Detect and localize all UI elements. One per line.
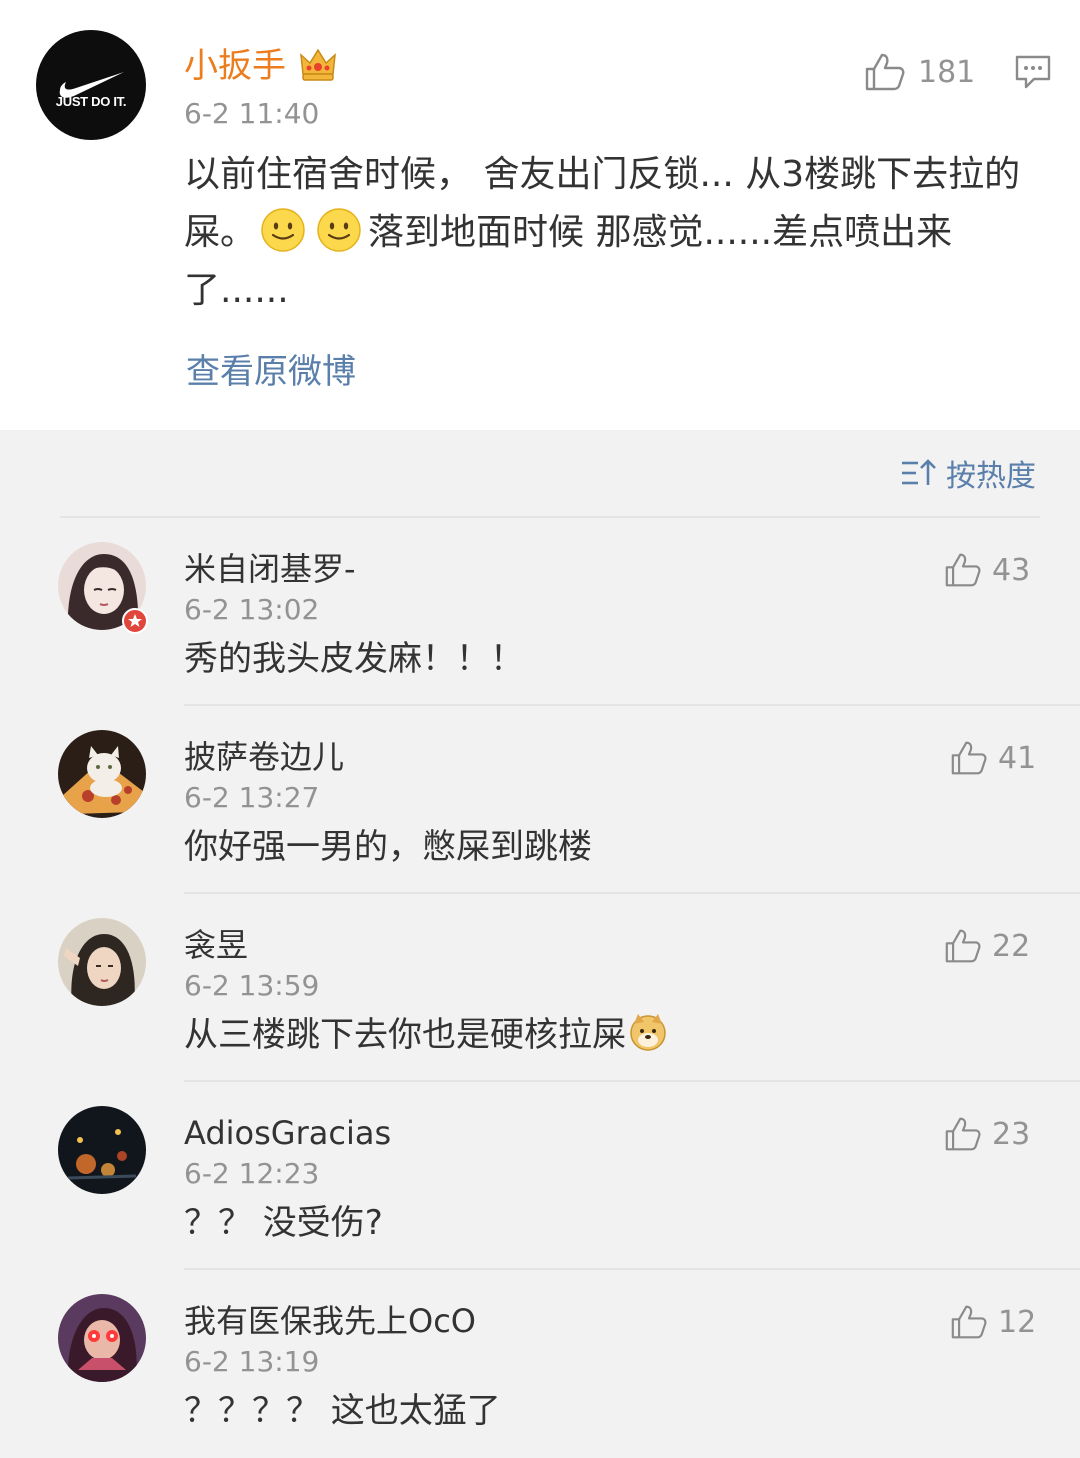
commenter-name[interactable]: AdiosGracias	[184, 1112, 391, 1154]
comment-time: 6-2 13:02	[184, 593, 320, 626]
doge-emoji	[630, 1014, 666, 1051]
comment-text: 你好强一男的，憋屎到跳楼	[184, 827, 592, 867]
swoosh-logo	[59, 72, 124, 98]
post-time: 6-2 11:40	[184, 97, 320, 130]
comment-like-button[interactable]: 22	[944, 926, 1030, 966]
thumbs-up-icon	[945, 553, 981, 587]
view-original-link[interactable]: 查看原微博	[186, 350, 356, 394]
comment-like-count: 22	[992, 928, 1031, 964]
thumbs-up-icon	[951, 1305, 987, 1339]
author-name[interactable]: 小扳手	[184, 44, 286, 88]
commenter-name[interactable]: 我有医保我先上OcO	[184, 1300, 476, 1342]
comment-text: ？？ 没受伤?	[184, 1203, 383, 1243]
comment-like-button[interactable]: 43	[944, 550, 1030, 590]
comment-item: 米自闭基罗- 6-2 13:02 秀的我头皮发麻！！！ 43	[0, 518, 1080, 706]
avatar-slogan: JUST DO IT.	[55, 94, 127, 109]
comment-time: 6-2 12:23	[184, 1157, 320, 1190]
sort-label: 按热度	[946, 459, 1036, 494]
thumbs-up-icon	[945, 929, 981, 963]
comment-like-count: 23	[992, 1116, 1031, 1152]
thumbs-up-icon	[951, 741, 987, 775]
comment-like-count: 41	[998, 740, 1037, 776]
sort-icon	[902, 459, 936, 485]
comment-like-count: 43	[992, 552, 1031, 588]
comment-item: 披萨卷边儿 6-2 13:27 你好强一男的，憋屎到跳楼 41	[0, 706, 1080, 894]
comment-time: 6-2 13:19	[184, 1345, 320, 1378]
avatar[interactable]	[58, 918, 146, 1006]
thumbs-up-icon	[865, 53, 905, 91]
original-post: JUST DO IT. 小扳手 6-2 11:40 181 以前住宿舍时候， 舍…	[0, 0, 1080, 430]
post-like-count: 181	[918, 54, 976, 90]
commenter-name[interactable]: 衾昱	[184, 924, 248, 966]
avatar[interactable]	[58, 730, 146, 818]
post-text: 以前住宿舍时候， 舍友出门反锁... 从3楼跳下去拉的屎。 落到地面时候 那感觉.…	[184, 146, 1056, 320]
comment-item: 我有医保我先上OcO 6-2 13:19 ？？？？ 这也太猛了 12	[0, 1270, 1080, 1458]
comment-text-content: 从三楼跳下去你也是硬核拉屎	[184, 1015, 626, 1055]
comment-time: 6-2 13:59	[184, 969, 320, 1002]
smile-emoji	[317, 208, 361, 252]
post-like-button[interactable]: 181	[864, 50, 975, 94]
author-avatar[interactable]: JUST DO IT.	[36, 30, 146, 140]
avatar[interactable]	[58, 1106, 146, 1194]
crown-icon	[300, 48, 336, 81]
commenter-name[interactable]: 披萨卷边儿	[184, 736, 344, 778]
comment-item: 衾昱 6-2 13:59 从三楼跳下去你也是硬核拉屎 22	[0, 894, 1080, 1082]
smile-emoji	[261, 208, 305, 252]
comment-item: AdiosGracias 6-2 12:23 ？？ 没受伤? 23	[0, 1082, 1080, 1270]
comment-like-count: 12	[998, 1304, 1037, 1340]
verified-badge-icon	[122, 608, 148, 634]
comment-icon[interactable]	[1014, 54, 1052, 90]
sort-toggle[interactable]: 按热度	[900, 452, 1036, 494]
comment-like-button[interactable]: 23	[944, 1114, 1030, 1154]
comment-text: 从三楼跳下去你也是硬核拉屎	[184, 1012, 668, 1058]
comment-like-button[interactable]: 41	[950, 738, 1036, 778]
avatar[interactable]	[58, 1294, 146, 1382]
comment-text: ？？？？ 这也太猛了	[184, 1391, 501, 1431]
comment-like-button[interactable]: 12	[950, 1302, 1036, 1342]
comment-time: 6-2 13:27	[184, 781, 320, 814]
comment-text: 秀的我头皮发麻！！！	[184, 639, 524, 679]
thumbs-up-icon	[945, 1117, 981, 1151]
commenter-name[interactable]: 米自闭基罗-	[184, 548, 356, 590]
